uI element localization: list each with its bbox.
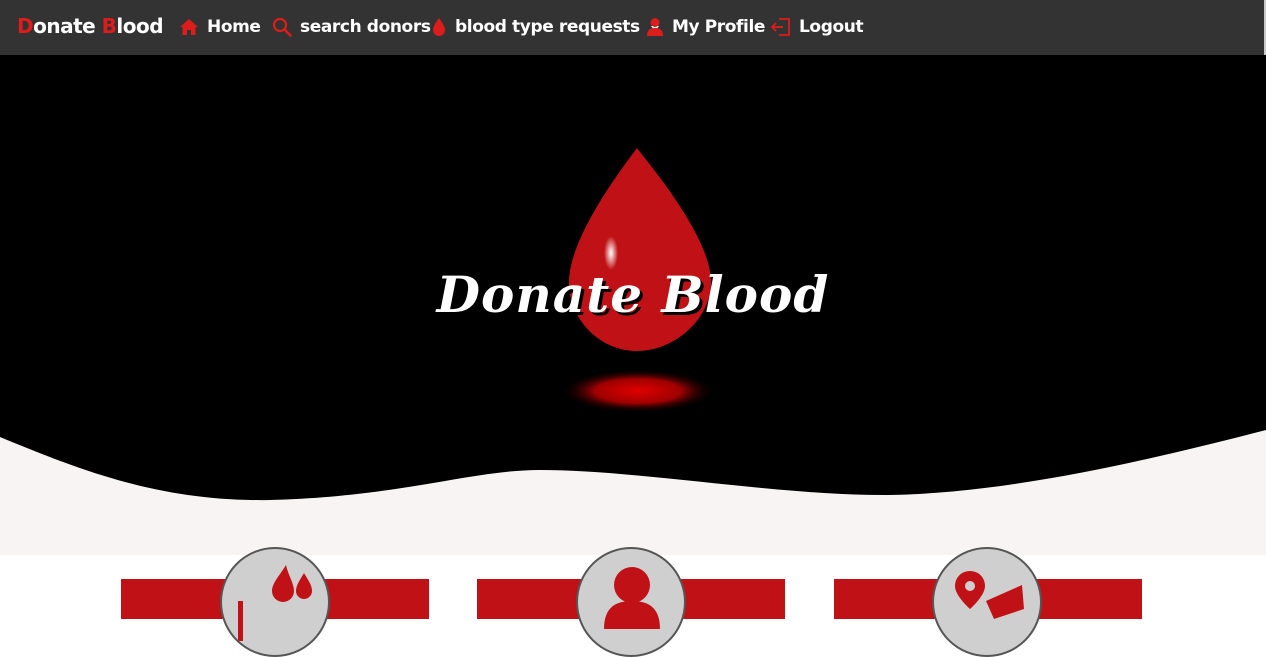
brand-text-lood: lood	[116, 14, 164, 38]
search-icon	[272, 17, 292, 37]
blood-drop-icon	[433, 18, 445, 36]
blood-drops-icon	[238, 565, 312, 641]
nav-search-donors[interactable]: search donors	[272, 13, 431, 41]
user-icon	[647, 18, 663, 36]
user-icon	[604, 567, 660, 629]
home-icon	[180, 19, 198, 35]
nav-home[interactable]: Home	[179, 13, 261, 41]
nav-my-profile[interactable]: My Profile	[646, 13, 765, 41]
logout-icon	[771, 18, 790, 36]
nav-home-label: Home	[207, 17, 261, 37]
nav-blood-type-requests-label: blood type requests	[455, 17, 640, 37]
navbar: Donate Blood Home search donors blood ty…	[0, 0, 1266, 55]
brand-letter-b: B	[101, 14, 117, 38]
nav-blood-type-requests[interactable]: blood type requests	[431, 13, 659, 41]
feature-circle-profile	[576, 547, 686, 657]
map-pin-icon	[955, 571, 1024, 619]
brand-text-onate: onate	[33, 14, 102, 38]
brand-logo[interactable]: Donate Blood	[17, 14, 164, 38]
nav-search-donors-label: search donors	[300, 17, 431, 37]
hero-wave-divider	[0, 430, 1266, 555]
features-section	[0, 547, 1266, 657]
hero-title: Donate Blood	[436, 265, 830, 324]
nav-my-profile-label: My Profile	[672, 17, 766, 37]
nav-logout-label: Logout	[799, 17, 864, 37]
feature-circle-map	[932, 547, 1042, 657]
nav-logout[interactable]: Logout	[771, 13, 864, 41]
feature-circle-donate	[220, 547, 330, 657]
brand-letter-d: D	[17, 14, 34, 38]
